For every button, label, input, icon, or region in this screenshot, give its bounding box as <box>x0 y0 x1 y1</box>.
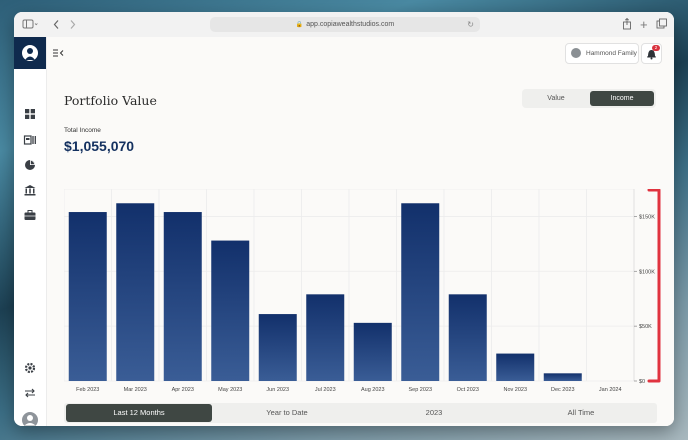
bank-icon[interactable] <box>23 183 37 197</box>
income-tab[interactable]: Income <box>590 91 654 106</box>
y-tick-label: $0 <box>639 379 645 385</box>
chart-bar <box>306 294 345 381</box>
accounts-icon[interactable] <box>23 133 37 147</box>
browser-toolbar: 🔒 app.copiawealthstudios.com ↻ + <box>14 12 674 38</box>
page-title: Portfolio Value <box>64 93 157 108</box>
family-selector-button[interactable]: Hammond Family <box>565 43 639 64</box>
logo-mark <box>22 45 38 61</box>
new-tab-icon[interactable]: + <box>640 12 648 37</box>
x-tick-label: Sep 2023 <box>408 387 432 393</box>
family-label: Hammond Family <box>586 50 637 57</box>
dashboard-icon[interactable] <box>23 107 37 121</box>
tab-year-to-date[interactable]: Year to Date <box>214 404 360 422</box>
reload-icon[interactable]: ↻ <box>467 17 474 32</box>
value-tab[interactable]: Value <box>524 91 588 106</box>
notification-badge: 2 <box>652 45 660 51</box>
back-icon[interactable] <box>52 12 62 37</box>
sidebar-toggle-icon[interactable] <box>22 12 38 37</box>
time-range-tabs: Last 12 Months Year to Date 2023 All Tim… <box>64 403 657 423</box>
chart-bar <box>353 322 392 381</box>
user-avatar-icon[interactable] <box>21 411 39 426</box>
x-tick-label: Oct 2023 <box>457 387 479 393</box>
chart-bar <box>163 212 202 381</box>
total-income-label: Total Income <box>64 127 101 134</box>
app-logo[interactable] <box>14 37 46 69</box>
tab-last-12-months[interactable]: Last 12 Months <box>66 404 212 422</box>
x-tick-label: Jun 2023 <box>266 387 289 393</box>
x-tick-label: Nov 2023 <box>503 387 527 393</box>
chart-bar <box>68 212 107 381</box>
chart-bar <box>116 203 155 381</box>
chart-svg: Feb 2023 Mar 2023 Apr 2023 May 2023 Jun 2023… <box>63 188 661 393</box>
lock-icon: 🔒 <box>295 22 304 28</box>
chart-bar <box>211 240 250 381</box>
share-icon[interactable] <box>622 12 632 37</box>
forward-icon[interactable] <box>68 12 78 37</box>
briefcase-icon[interactable] <box>23 208 37 222</box>
family-avatar <box>571 48 581 58</box>
tab-2023[interactable]: 2023 <box>361 404 507 422</box>
total-income-value: $1,055,070 <box>64 138 135 154</box>
x-tick-label: Feb 2023 <box>76 387 99 393</box>
tab-overview-icon[interactable] <box>656 12 668 37</box>
x-tick-label: Apr 2023 <box>172 387 194 393</box>
x-tick-label: May 2023 <box>218 387 242 393</box>
x-tick-label: Dec 2023 <box>551 387 575 393</box>
y-tick-label: $150K <box>639 214 655 220</box>
y-tick-label: $100K <box>639 269 655 275</box>
url-text: app.copiawealthstudios.com <box>306 21 395 28</box>
address-bar[interactable]: 🔒 app.copiawealthstudios.com ↻ <box>210 17 480 32</box>
collapse-menu-icon[interactable] <box>51 46 65 60</box>
value-income-toggle: Value Income <box>522 89 656 108</box>
income-bar-chart: Feb 2023 Mar 2023 Apr 2023 May 2023 Jun 2023… <box>63 188 674 399</box>
main-content: Hammond Family 2 Portfolio Value Value I… <box>47 37 674 426</box>
x-tick-label: Aug 2023 <box>361 387 385 393</box>
notifications-button[interactable]: 2 <box>641 43 662 64</box>
chart-bar <box>543 373 582 381</box>
chart-bar <box>496 353 535 381</box>
chart-bar <box>401 203 440 381</box>
tab-all-time[interactable]: All Time <box>508 404 654 422</box>
x-tick-label: Mar 2023 <box>124 387 147 393</box>
x-tick-label: Jan 2024 <box>599 387 622 393</box>
pie-chart-icon[interactable] <box>23 158 37 172</box>
settings-icon[interactable] <box>23 361 37 375</box>
y-tick-label: $50K <box>639 324 652 330</box>
chart-bar <box>448 294 487 381</box>
x-tick-label: Jul 2023 <box>315 387 336 393</box>
sidebar <box>14 37 47 426</box>
browser-window: 🔒 app.copiawealthstudios.com ↻ + Hammond… <box>14 12 674 426</box>
chart-bar <box>258 314 297 381</box>
switch-icon[interactable] <box>23 386 37 400</box>
